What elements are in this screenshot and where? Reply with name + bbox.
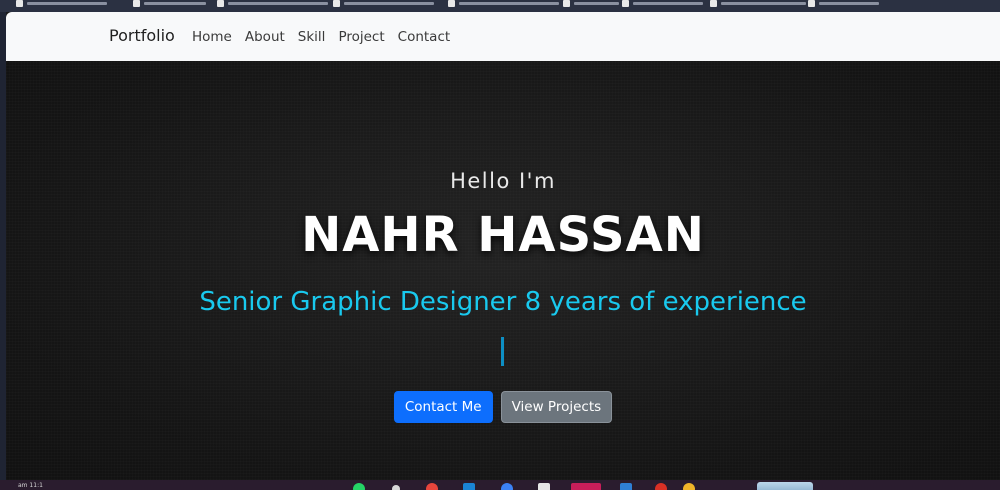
nav-link-home[interactable]: Home	[192, 29, 232, 45]
bookmark-icon	[333, 0, 340, 7]
window-thumbnail[interactable]	[757, 482, 813, 490]
files-icon[interactable]	[426, 483, 438, 490]
view-projects-button[interactable]: View Projects	[500, 391, 613, 423]
nav-link-about[interactable]: About	[245, 29, 285, 45]
taskbar: am 11:1	[0, 480, 1000, 490]
browser-viewport: Portfolio Home About Skill Project Conta…	[6, 12, 1000, 480]
bookmark-icon	[448, 0, 455, 7]
opera-icon[interactable]	[655, 483, 667, 490]
bookmark-item[interactable]	[622, 0, 703, 7]
bookmark-icon	[133, 0, 140, 7]
bookmark-icon	[622, 0, 629, 7]
hero-section: Hello I'm NAHR HASSAN Senior Graphic Des…	[6, 61, 1000, 480]
hero-name: NAHR HASSAN	[301, 207, 705, 263]
chrome-profile-icon[interactable]	[571, 483, 601, 490]
navbar: Portfolio Home About Skill Project Conta…	[6, 12, 1000, 61]
taskbar-clock: am 11:1	[18, 482, 43, 489]
bookmark-item[interactable]	[563, 0, 619, 7]
bookmark-icon	[16, 0, 23, 7]
bookmark-item[interactable]	[133, 0, 206, 7]
bookmark-item[interactable]	[448, 0, 559, 7]
bookmark-item[interactable]	[808, 0, 879, 7]
whatsapp-icon[interactable]	[353, 483, 365, 490]
bookmark-icon	[808, 0, 815, 7]
hero-buttons: Contact Me View Projects	[6, 391, 1000, 423]
edge-icon[interactable]	[463, 483, 475, 490]
bookmark-icon	[563, 0, 570, 7]
navbar-brand[interactable]: Portfolio	[109, 26, 175, 45]
bookmarks-bar	[0, 0, 1000, 12]
nav-link-contact[interactable]: Contact	[398, 29, 451, 45]
chrome-icon[interactable]	[392, 485, 400, 490]
nav-link-skill[interactable]: Skill	[298, 29, 326, 45]
vscode-blue-icon[interactable]	[620, 483, 632, 490]
bookmark-item[interactable]	[16, 0, 107, 7]
nav-link-project[interactable]: Project	[338, 29, 384, 45]
vscode-icon[interactable]	[538, 483, 550, 490]
bookmark-icon	[217, 0, 224, 7]
bookmark-icon	[710, 0, 717, 7]
hero-greeting: Hello I'm	[450, 169, 556, 193]
hero-subtitle: Senior Graphic Designer 8 years of exper…	[199, 287, 807, 317]
photoshop-icon[interactable]	[501, 483, 513, 490]
bookmark-item[interactable]	[333, 0, 434, 7]
bookmark-item[interactable]	[710, 0, 806, 7]
app-icon[interactable]	[683, 483, 695, 490]
contact-me-button[interactable]: Contact Me	[393, 391, 493, 423]
typing-cursor	[501, 337, 504, 366]
nav-links: Home About Skill Project Contact	[192, 29, 463, 45]
bookmark-item[interactable]	[217, 0, 328, 7]
